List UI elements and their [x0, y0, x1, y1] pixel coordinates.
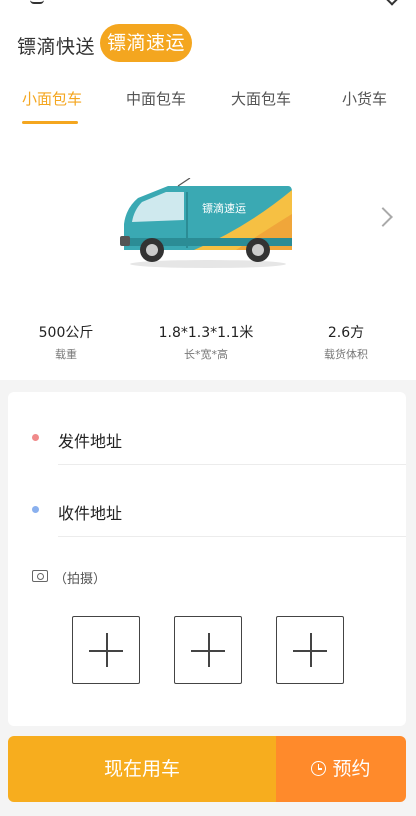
spec-volume-value: 2.6方 — [327, 325, 365, 341]
spec-volume-label: 载货体积 — [324, 348, 368, 361]
tab-small-van[interactable]: 小面包车 — [22, 88, 82, 109]
spec-load-label: 载重 — [55, 348, 77, 361]
brand-freight-tab[interactable]: 镖滴速运 — [100, 24, 192, 62]
photo-upload-slot[interactable] — [276, 616, 344, 684]
sender-address-label: 发件地址 — [58, 432, 123, 451]
clock-icon — [311, 761, 327, 776]
vehicle-tabs: 小面包车 中面包车 大面包车 小货车 — [0, 82, 416, 126]
tab-small-truck[interactable]: 小货车 — [342, 88, 387, 109]
receiver-address-label: 收件地址 — [58, 504, 123, 523]
sender-address-row[interactable]: 发件地址 — [8, 400, 406, 460]
photo-upload-slot[interactable] — [174, 616, 242, 684]
status-bar — [0, 0, 416, 14]
vehicle-image: 镖滴速运 — [116, 177, 296, 270]
divider — [58, 536, 406, 537]
use-now-button[interactable]: 现在用车 — [8, 736, 276, 802]
chevron-right-icon[interactable] — [373, 207, 393, 227]
divider — [58, 464, 406, 465]
spec-load: 500公斤 载重 — [0, 322, 136, 362]
photo-upload-slot[interactable] — [72, 616, 140, 684]
sender-dot-icon — [32, 434, 39, 441]
action-bar: 现在用车 预约 — [8, 736, 406, 802]
spec-load-value: 500公斤 — [38, 325, 94, 341]
brand-switcher: 镖滴快送 镖滴速运 — [0, 22, 416, 64]
book-button-label: 预约 — [332, 758, 371, 780]
tab-medium-van[interactable]: 中面包车 — [126, 88, 186, 109]
status-left-icon — [30, 0, 44, 4]
spec-volume: 2.6方 载货体积 — [276, 322, 416, 362]
spec-dimensions-value: 1.8*1.3*1.1米 — [158, 325, 254, 341]
book-button[interactable]: 预约 — [276, 736, 406, 802]
tab-large-van[interactable]: 大面包车 — [231, 88, 291, 109]
van-body-text: 镖滴速运 — [202, 201, 246, 215]
status-right-icon — [386, 0, 398, 6]
order-card: 发件地址 收件地址 （拍摄） — [8, 392, 406, 726]
vehicle-specs: 500公斤 载重 1.8*1.3*1.1米 长*宽*高 2.6方 载货体积 — [0, 322, 416, 362]
receiver-address-row[interactable]: 收件地址 — [8, 472, 406, 532]
photo-label: （拍摄） — [54, 572, 107, 587]
spec-dimensions: 1.8*1.3*1.1米 长*宽*高 — [136, 322, 276, 362]
receiver-dot-icon — [32, 506, 39, 513]
active-tab-indicator — [22, 121, 78, 124]
spec-dimensions-label: 长*宽*高 — [184, 348, 228, 361]
header-area: 镖滴快送 镖滴速运 小面包车 中面包车 大面包车 小货车 镖滴速运 500公斤 … — [0, 0, 416, 380]
brand-express-tab[interactable]: 镖滴快送 — [17, 32, 95, 59]
camera-icon — [32, 570, 48, 582]
van-illustration: 镖滴速运 — [120, 177, 292, 268]
